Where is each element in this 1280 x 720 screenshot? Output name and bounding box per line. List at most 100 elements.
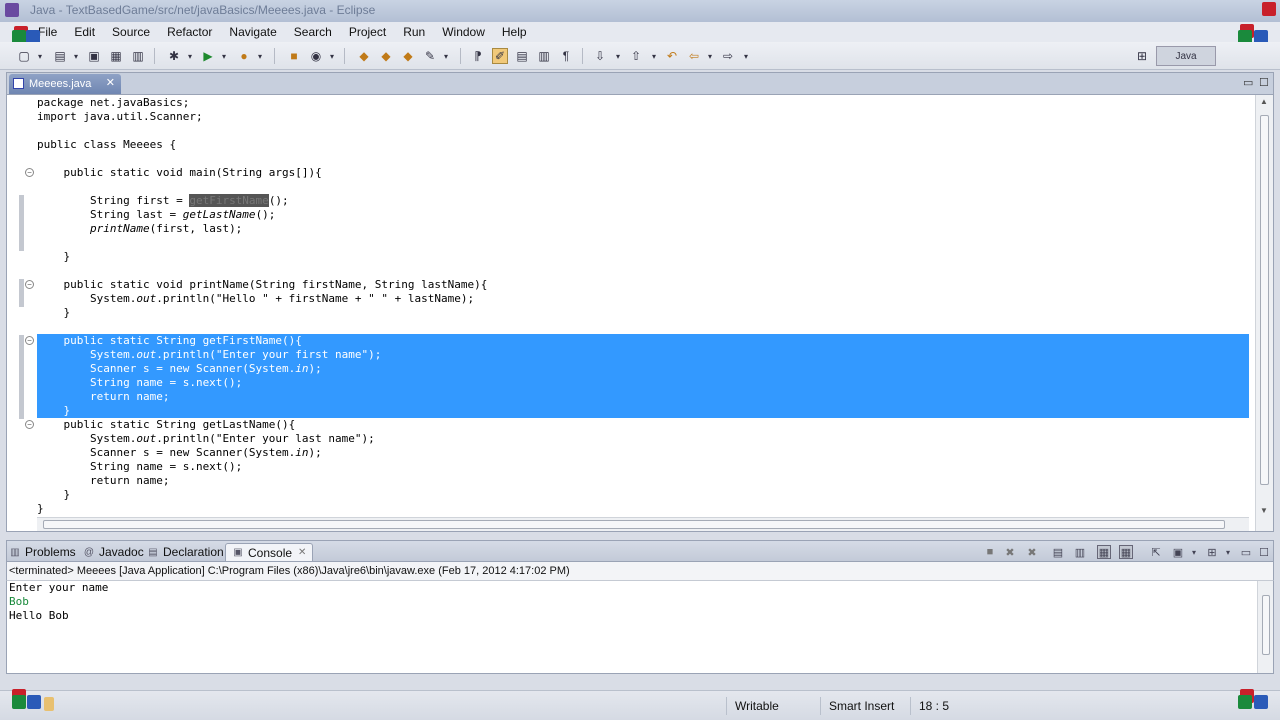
console-output[interactable]: Enter your name Bob Hello Bob (6, 580, 1274, 674)
open-task-icon[interactable]: ◆ (378, 48, 394, 64)
close-window-icon[interactable] (1262, 2, 1276, 16)
mark-occurrences-icon[interactable]: ✐ (492, 48, 508, 64)
close-console-icon[interactable]: ✕ (298, 547, 306, 558)
fold-toggle-icon[interactable]: − (25, 168, 34, 177)
menu-run[interactable]: Run (403, 25, 425, 39)
code-line[interactable] (37, 180, 1249, 194)
terminate-icon[interactable]: ■ (983, 545, 997, 559)
tab-console[interactable]: ▣ Console ✕ (225, 543, 314, 561)
show-when-stdout-icon[interactable]: ▦ (1097, 545, 1111, 559)
block-selection-icon[interactable]: ▤ (514, 48, 530, 64)
save-icon[interactable]: ▣ (86, 48, 102, 64)
console-vscroll-thumb[interactable] (1262, 595, 1270, 655)
close-tab-icon[interactable]: ✕ (106, 76, 115, 89)
code-line[interactable] (37, 236, 1249, 250)
new-java-project-icon[interactable]: ■ (286, 48, 302, 64)
editor-hscroll-thumb[interactable] (43, 520, 1225, 529)
maximize-panel-icon[interactable]: ☐ (1257, 545, 1271, 559)
scroll-down-icon[interactable]: ▼ (1260, 506, 1268, 515)
code-line[interactable]: } (37, 488, 1249, 502)
menu-refactor[interactable]: Refactor (167, 25, 212, 39)
remove-all-terminated-icon[interactable]: ✖ (1025, 545, 1039, 559)
editor-horizontal-scrollbar[interactable] (37, 517, 1249, 531)
menu-search[interactable]: Search (294, 25, 332, 39)
code-line[interactable]: System.out.println("Enter your last name… (37, 432, 1249, 446)
menu-file[interactable]: File (38, 25, 57, 39)
open-console-dropdown-icon[interactable]: ▾ (1221, 545, 1235, 559)
forward-icon[interactable]: ⇨ (720, 48, 736, 64)
external-tools-dropdown-icon[interactable]: ▾ (252, 48, 268, 64)
code-line[interactable]: String name = s.next(); (37, 376, 1249, 390)
next-annotation-icon[interactable]: ⇩ (592, 48, 608, 64)
tab-javadoc[interactable]: @ Javadoc (83, 543, 144, 561)
editor-vertical-scrollbar[interactable]: ▲ ▼ (1255, 95, 1273, 531)
code-line[interactable]: public static void printName(String firs… (37, 278, 1249, 292)
forward-dropdown-icon[interactable]: ▾ (738, 48, 754, 64)
code-line[interactable]: Scanner s = new Scanner(System.in); (37, 362, 1249, 376)
fold-toggle-icon[interactable]: − (25, 336, 34, 345)
minimize-panel-icon[interactable]: ▭ (1239, 545, 1253, 559)
code-line[interactable]: import java.util.Scanner; (37, 110, 1249, 124)
previous-annotation-dropdown-icon[interactable]: ▾ (646, 48, 662, 64)
code-line[interactable]: String first = getFirstName(); (37, 194, 1249, 208)
editor-vscroll-thumb[interactable] (1260, 115, 1269, 485)
code-area[interactable]: package net.javaBasics; import java.util.… (37, 96, 1249, 516)
show-whitespace-icon[interactable]: ¶ (558, 48, 574, 64)
open-folder-icon[interactable]: ◆ (356, 48, 372, 64)
code-line[interactable]: public static String getLastName(){ (37, 418, 1249, 432)
code-line[interactable]: public static String getFirstName(){ (37, 334, 1249, 348)
menu-edit[interactable]: Edit (74, 25, 95, 39)
toggle-breadcrumb-icon[interactable]: ⁋ (470, 48, 486, 64)
code-line[interactable]: } (37, 502, 1249, 516)
code-line[interactable]: System.out.println("Hello " + firstName … (37, 292, 1249, 306)
run-icon[interactable]: ▶ (200, 48, 216, 64)
fold-toggle-icon[interactable]: − (25, 420, 34, 429)
code-line[interactable] (37, 320, 1249, 334)
tab-declaration[interactable]: ▤ Declaration (147, 543, 223, 561)
clear-console-icon[interactable]: ▥ (1073, 545, 1087, 559)
menu-help[interactable]: Help (502, 25, 527, 39)
open-type-icon[interactable]: ▤ (52, 48, 68, 64)
code-line[interactable]: return name; (37, 474, 1249, 488)
remove-launch-icon[interactable]: ✖ (1003, 545, 1017, 559)
back-icon[interactable]: ⇦ (686, 48, 702, 64)
java-perspective-button[interactable]: Java (1156, 46, 1216, 66)
display-console-icon[interactable]: ▣ (1171, 545, 1185, 559)
menu-project[interactable]: Project (349, 25, 386, 39)
run-dropdown-icon[interactable]: ▾ (216, 48, 232, 64)
open-dropdown-icon[interactable]: ▾ (68, 48, 84, 64)
external-tools-icon[interactable]: ● (236, 48, 252, 64)
pin-console-icon[interactable]: ⇱ (1149, 545, 1163, 559)
maximize-editor-icon[interactable]: ☐ (1259, 76, 1269, 89)
open-perspective-icon[interactable]: ⊞ (1134, 48, 1150, 64)
menu-window[interactable]: Window (442, 25, 485, 39)
menu-source[interactable]: Source (112, 25, 150, 39)
show-whitespace-toggle-icon[interactable]: ▥ (536, 48, 552, 64)
fast-view-icon[interactable] (44, 697, 54, 711)
last-edit-location-icon[interactable]: ↶ (664, 48, 680, 64)
back-dropdown-icon[interactable]: ▾ (702, 48, 718, 64)
code-line[interactable]: package net.javaBasics; (37, 96, 1249, 110)
new-class-icon[interactable]: ◉ (308, 48, 324, 64)
new-dropdown-icon[interactable]: ▾ (32, 48, 48, 64)
print-icon[interactable]: ▥ (130, 48, 146, 64)
code-line[interactable]: printName(first, last); (37, 222, 1249, 236)
save-all-icon[interactable]: ▦ (108, 48, 124, 64)
code-line[interactable]: String name = s.next(); (37, 460, 1249, 474)
annotation-icon[interactable]: ✎ (422, 48, 438, 64)
code-line[interactable] (37, 152, 1249, 166)
code-line[interactable]: return name; (37, 390, 1249, 404)
code-editor[interactable]: − − − − package net.javaBasics; import java.… (6, 94, 1274, 532)
search-folder-icon[interactable]: ◆ (400, 48, 416, 64)
code-line[interactable]: } (37, 250, 1249, 264)
annotation-dropdown-icon[interactable]: ▾ (438, 48, 454, 64)
open-console-icon[interactable]: ⊞ (1205, 545, 1219, 559)
code-line[interactable]: String last = getLastName(); (37, 208, 1249, 222)
code-line[interactable]: public class Meeees { (37, 138, 1249, 152)
show-when-stderr-icon[interactable]: ▦ (1119, 545, 1133, 559)
code-line[interactable]: } (37, 404, 1249, 418)
title-bar[interactable]: Java - TextBasedGame/src/net/javaBasics/… (0, 0, 1280, 22)
previous-annotation-icon[interactable]: ⇧ (628, 48, 644, 64)
tab-problems[interactable]: ▥ Problems (9, 543, 75, 561)
minimize-editor-icon[interactable]: ▭ (1243, 76, 1253, 89)
